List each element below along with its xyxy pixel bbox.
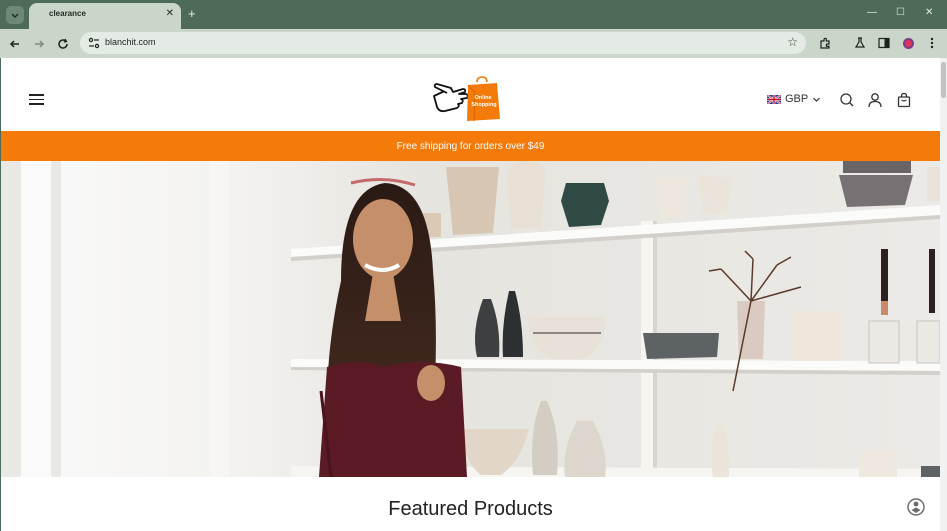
accessibility-widget-icon[interactable]: [907, 498, 925, 516]
site-logo[interactable]: Online Shopping: [431, 76, 503, 124]
featured-products-heading: Featured Products: [388, 498, 553, 520]
browser-toolbar: blanchit.com ☆: [0, 29, 947, 58]
logo-text-shopping: Shopping: [471, 102, 496, 108]
account-icon[interactable]: [867, 92, 883, 108]
announcement-text: Free shipping for orders over $49: [396, 140, 545, 152]
reload-button[interactable]: [54, 35, 72, 53]
currency-label: GBP: [785, 93, 809, 105]
new-tab-button[interactable]: +: [188, 6, 196, 22]
chevron-down-icon: [813, 97, 821, 102]
logo-text-online: Online: [474, 95, 491, 101]
back-arrow-icon: [9, 40, 19, 48]
tab-strip: clearance ✕ + — ☐ ✕: [0, 0, 947, 29]
labs-flask-icon[interactable]: [852, 35, 868, 51]
forward-button[interactable]: [30, 35, 48, 53]
profile-avatar-icon[interactable]: [900, 35, 916, 51]
uk-flag-icon: [767, 94, 781, 104]
announcement-bar: Free shipping for orders over $49: [1, 131, 940, 161]
cart-bag-icon[interactable]: [896, 92, 912, 108]
tab-search-button[interactable]: [6, 6, 24, 24]
bookmark-star-icon[interactable]: ☆: [787, 35, 798, 49]
chevron-down-icon: [11, 13, 19, 18]
extensions-icon[interactable]: [817, 35, 833, 51]
hero-banner-image: [1, 161, 940, 477]
search-icon[interactable]: [839, 92, 855, 108]
forward-arrow-icon: [35, 40, 45, 48]
currency-selector[interactable]: GBP: [767, 93, 821, 105]
page-scrollbar[interactable]: [940, 58, 947, 531]
side-panel-icon[interactable]: [876, 35, 892, 51]
scrollbar-thumb[interactable]: [941, 62, 946, 98]
tab-title: clearance: [49, 9, 86, 18]
minimize-icon[interactable]: —: [867, 7, 877, 18]
browser-menu-icon[interactable]: [924, 35, 940, 51]
web-page: Online Shopping GBP Free shipping for or…: [1, 58, 940, 531]
close-tab-icon[interactable]: ✕: [166, 8, 174, 19]
address-bar[interactable]: blanchit.com ☆: [80, 32, 806, 54]
reload-icon: [58, 38, 68, 49]
tab-active[interactable]: clearance ✕: [29, 3, 181, 29]
site-info-icon[interactable]: [87, 36, 101, 50]
site-header: Online Shopping GBP: [1, 58, 940, 131]
hamburger-menu-icon[interactable]: [29, 94, 45, 106]
back-button[interactable]: [6, 35, 24, 53]
browser-window: clearance ✕ + — ☐ ✕ blanchit.com ☆ Onlin…: [0, 0, 947, 531]
maximize-icon[interactable]: ☐: [896, 7, 905, 18]
window-close-icon[interactable]: ✕: [925, 7, 933, 18]
url-text: blanchit.com: [105, 37, 156, 47]
